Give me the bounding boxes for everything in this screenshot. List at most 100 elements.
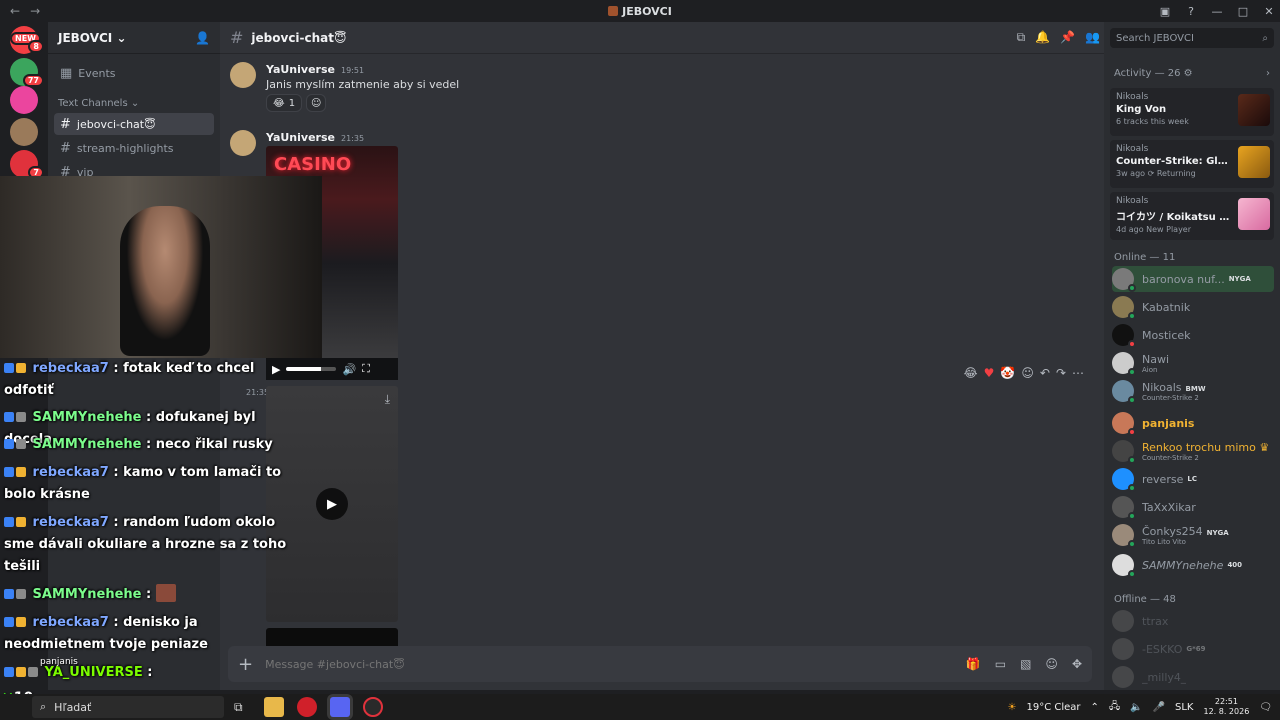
server-icon-jebovci[interactable]: [10, 118, 38, 146]
forward-icon[interactable]: ↷: [1056, 366, 1066, 380]
maximize-button[interactable]: □: [1232, 5, 1254, 18]
channel-header: # jebovci-chat😇: [220, 22, 1104, 54]
joy-emoji-icon[interactable]: 😂: [964, 366, 978, 380]
member-item[interactable]: ttrax: [1112, 608, 1274, 634]
volume-icon[interactable]: 🔊: [342, 363, 356, 376]
notifications-icon[interactable]: 🗨: [1259, 702, 1272, 713]
volume-slider[interactable]: [286, 367, 337, 371]
apps-icon[interactable]: ✥: [1072, 657, 1082, 671]
opera-icon[interactable]: [297, 697, 317, 717]
forward-arrow-icon[interactable]: →: [30, 4, 40, 18]
taskbar-search[interactable]: ⌕ Hľadať: [32, 696, 224, 718]
channel-jebovci-chat[interactable]: # jebovci-chat😇: [54, 113, 214, 135]
title-bar: ← → JEBOVCI ▣ ? — □ ✕: [0, 0, 1280, 22]
clown-emoji-icon[interactable]: 🤡: [1000, 366, 1015, 380]
member-item[interactable]: -ESKKO G*69: [1112, 636, 1274, 662]
category-text-channels[interactable]: Text Channels ⌄: [48, 86, 220, 111]
inbox-icon[interactable]: ▣: [1154, 5, 1176, 18]
emoji-icon[interactable]: ☺: [1045, 657, 1058, 671]
avatar[interactable]: [230, 62, 256, 88]
plus-icon[interactable]: +: [238, 654, 253, 675]
discord-icon[interactable]: [330, 697, 350, 717]
member-item[interactable]: panjanis: [1112, 410, 1274, 436]
avatar: [1112, 666, 1134, 688]
threads-icon[interactable]: ⧉: [1017, 30, 1026, 45]
game-thumbnail: [1238, 146, 1270, 178]
message-author[interactable]: YaUniverse: [266, 131, 335, 144]
speaker-icon[interactable]: 🔈: [1130, 702, 1142, 713]
invite-icon[interactable]: 👤: [195, 31, 210, 45]
gear-icon[interactable]: ⚙: [1184, 68, 1193, 79]
members-icon[interactable]: 👥: [1085, 30, 1100, 45]
clock[interactable]: 22:51 12. 8. 2026: [1203, 697, 1249, 717]
weather-text[interactable]: 19°C Clear: [1027, 702, 1081, 713]
reply-icon[interactable]: ↶: [1040, 366, 1050, 380]
activity-card[interactable]: Nikoals コイカツ / Koikatsu Party 4d ago New…: [1110, 192, 1274, 240]
member-item[interactable]: TaXxXikar: [1112, 494, 1274, 520]
member-item[interactable]: Renkoo trochu mimo ♛ Counter-Strike 2: [1112, 438, 1274, 464]
message-author[interactable]: YaUniverse: [266, 63, 335, 76]
avatar: [1112, 638, 1134, 660]
close-button[interactable]: ✕: [1258, 5, 1280, 18]
member-item[interactable]: Mosticek: [1112, 322, 1274, 348]
network-icon[interactable]: 🖧: [1109, 699, 1120, 716]
play-icon[interactable]: ▶: [272, 363, 280, 376]
smile-icon: ☺: [311, 97, 322, 109]
webcam-overlay: [0, 176, 322, 358]
search-input[interactable]: Search JEBOVCI ⌕: [1110, 28, 1274, 48]
hash-icon: #: [60, 140, 71, 156]
obs-icon[interactable]: [363, 697, 383, 717]
server-new[interactable]: NEW 8: [10, 26, 44, 54]
reaction[interactable]: 😂 1: [266, 94, 303, 112]
pin-icon[interactable]: 📌: [1060, 30, 1075, 45]
mic-icon[interactable]: 🎤: [1153, 702, 1165, 713]
avatar[interactable]: [230, 130, 256, 156]
member-item[interactable]: Kabatnik: [1112, 294, 1274, 320]
add-reaction-button[interactable]: ☺: [306, 94, 327, 112]
server-icon-red[interactable]: 7: [10, 150, 44, 179]
file-explorer-icon[interactable]: [264, 697, 284, 717]
server-icon-pink[interactable]: [10, 86, 38, 114]
gif-icon[interactable]: ▭: [995, 657, 1006, 671]
minimize-button[interactable]: —: [1206, 5, 1228, 18]
bell-icon[interactable]: 🔔: [1035, 30, 1050, 45]
composer-icons: 🎁 ▭ ▧ ☺ ✥: [966, 657, 1082, 671]
heart-icon[interactable]: ♥: [984, 366, 995, 380]
download-icon[interactable]: ⤓: [385, 392, 390, 407]
chevron-right-icon[interactable]: ›: [1266, 68, 1270, 79]
game-thumbnail: [1238, 198, 1270, 230]
server-icon-green[interactable]: 77: [10, 58, 44, 87]
message-input[interactable]: [265, 657, 966, 671]
add-reaction-icon[interactable]: ☺: [1021, 366, 1034, 380]
member-item[interactable]: Čonkys254 NYGA Tito Lito Vito: [1112, 522, 1274, 548]
unread-badge: 77: [22, 74, 44, 87]
member-item[interactable]: reverse LC: [1112, 466, 1274, 492]
guild-name: JEBOVCI: [58, 30, 113, 45]
member-item[interactable]: _milly4_: [1112, 664, 1274, 690]
language-indicator[interactable]: SLK: [1175, 702, 1193, 713]
more-icon[interactable]: ⋯: [1072, 366, 1084, 380]
sticker-icon[interactable]: ▧: [1020, 657, 1031, 671]
member-item[interactable]: Nikoals BMW Counter-Strike 2: [1112, 378, 1274, 404]
fullscreen-icon[interactable]: ⛶: [362, 362, 370, 376]
play-button[interactable]: ▶: [316, 488, 348, 520]
member-item[interactable]: SAMMYnehehe 400: [1112, 552, 1274, 578]
chevron-down-icon: ⌄: [116, 30, 127, 45]
events-item[interactable]: ▦ Events: [54, 62, 214, 84]
member-item[interactable]: baronova nuf... NYGA: [1112, 266, 1274, 292]
task-view-icon[interactable]: ⧉: [234, 700, 243, 715]
back-arrow-icon[interactable]: ←: [10, 4, 20, 18]
chevron-up-icon[interactable]: ⌃: [1091, 702, 1099, 713]
guild-header[interactable]: JEBOVCI ⌄ 👤: [48, 22, 220, 54]
activity-card[interactable]: Nikoals King Von 6 tracks this week: [1110, 88, 1274, 136]
channel-stream-highlights[interactable]: # stream-highlights: [54, 137, 214, 159]
video-attachment[interactable]: ⤓ ▶: [266, 386, 398, 622]
activity-card[interactable]: Nikoals Counter-Strike: Global Off... 3w…: [1110, 140, 1274, 188]
member-item[interactable]: Nawi Aion: [1112, 350, 1274, 376]
avatar: [1112, 468, 1136, 492]
gift-icon[interactable]: 🎁: [966, 657, 981, 671]
help-icon[interactable]: ?: [1180, 5, 1202, 18]
joy-emoji-icon: 😂: [273, 97, 285, 109]
message-composer: + 🎁 ▭ ▧ ☺ ✥: [228, 646, 1092, 682]
weather-icon: ☀: [1007, 701, 1017, 713]
